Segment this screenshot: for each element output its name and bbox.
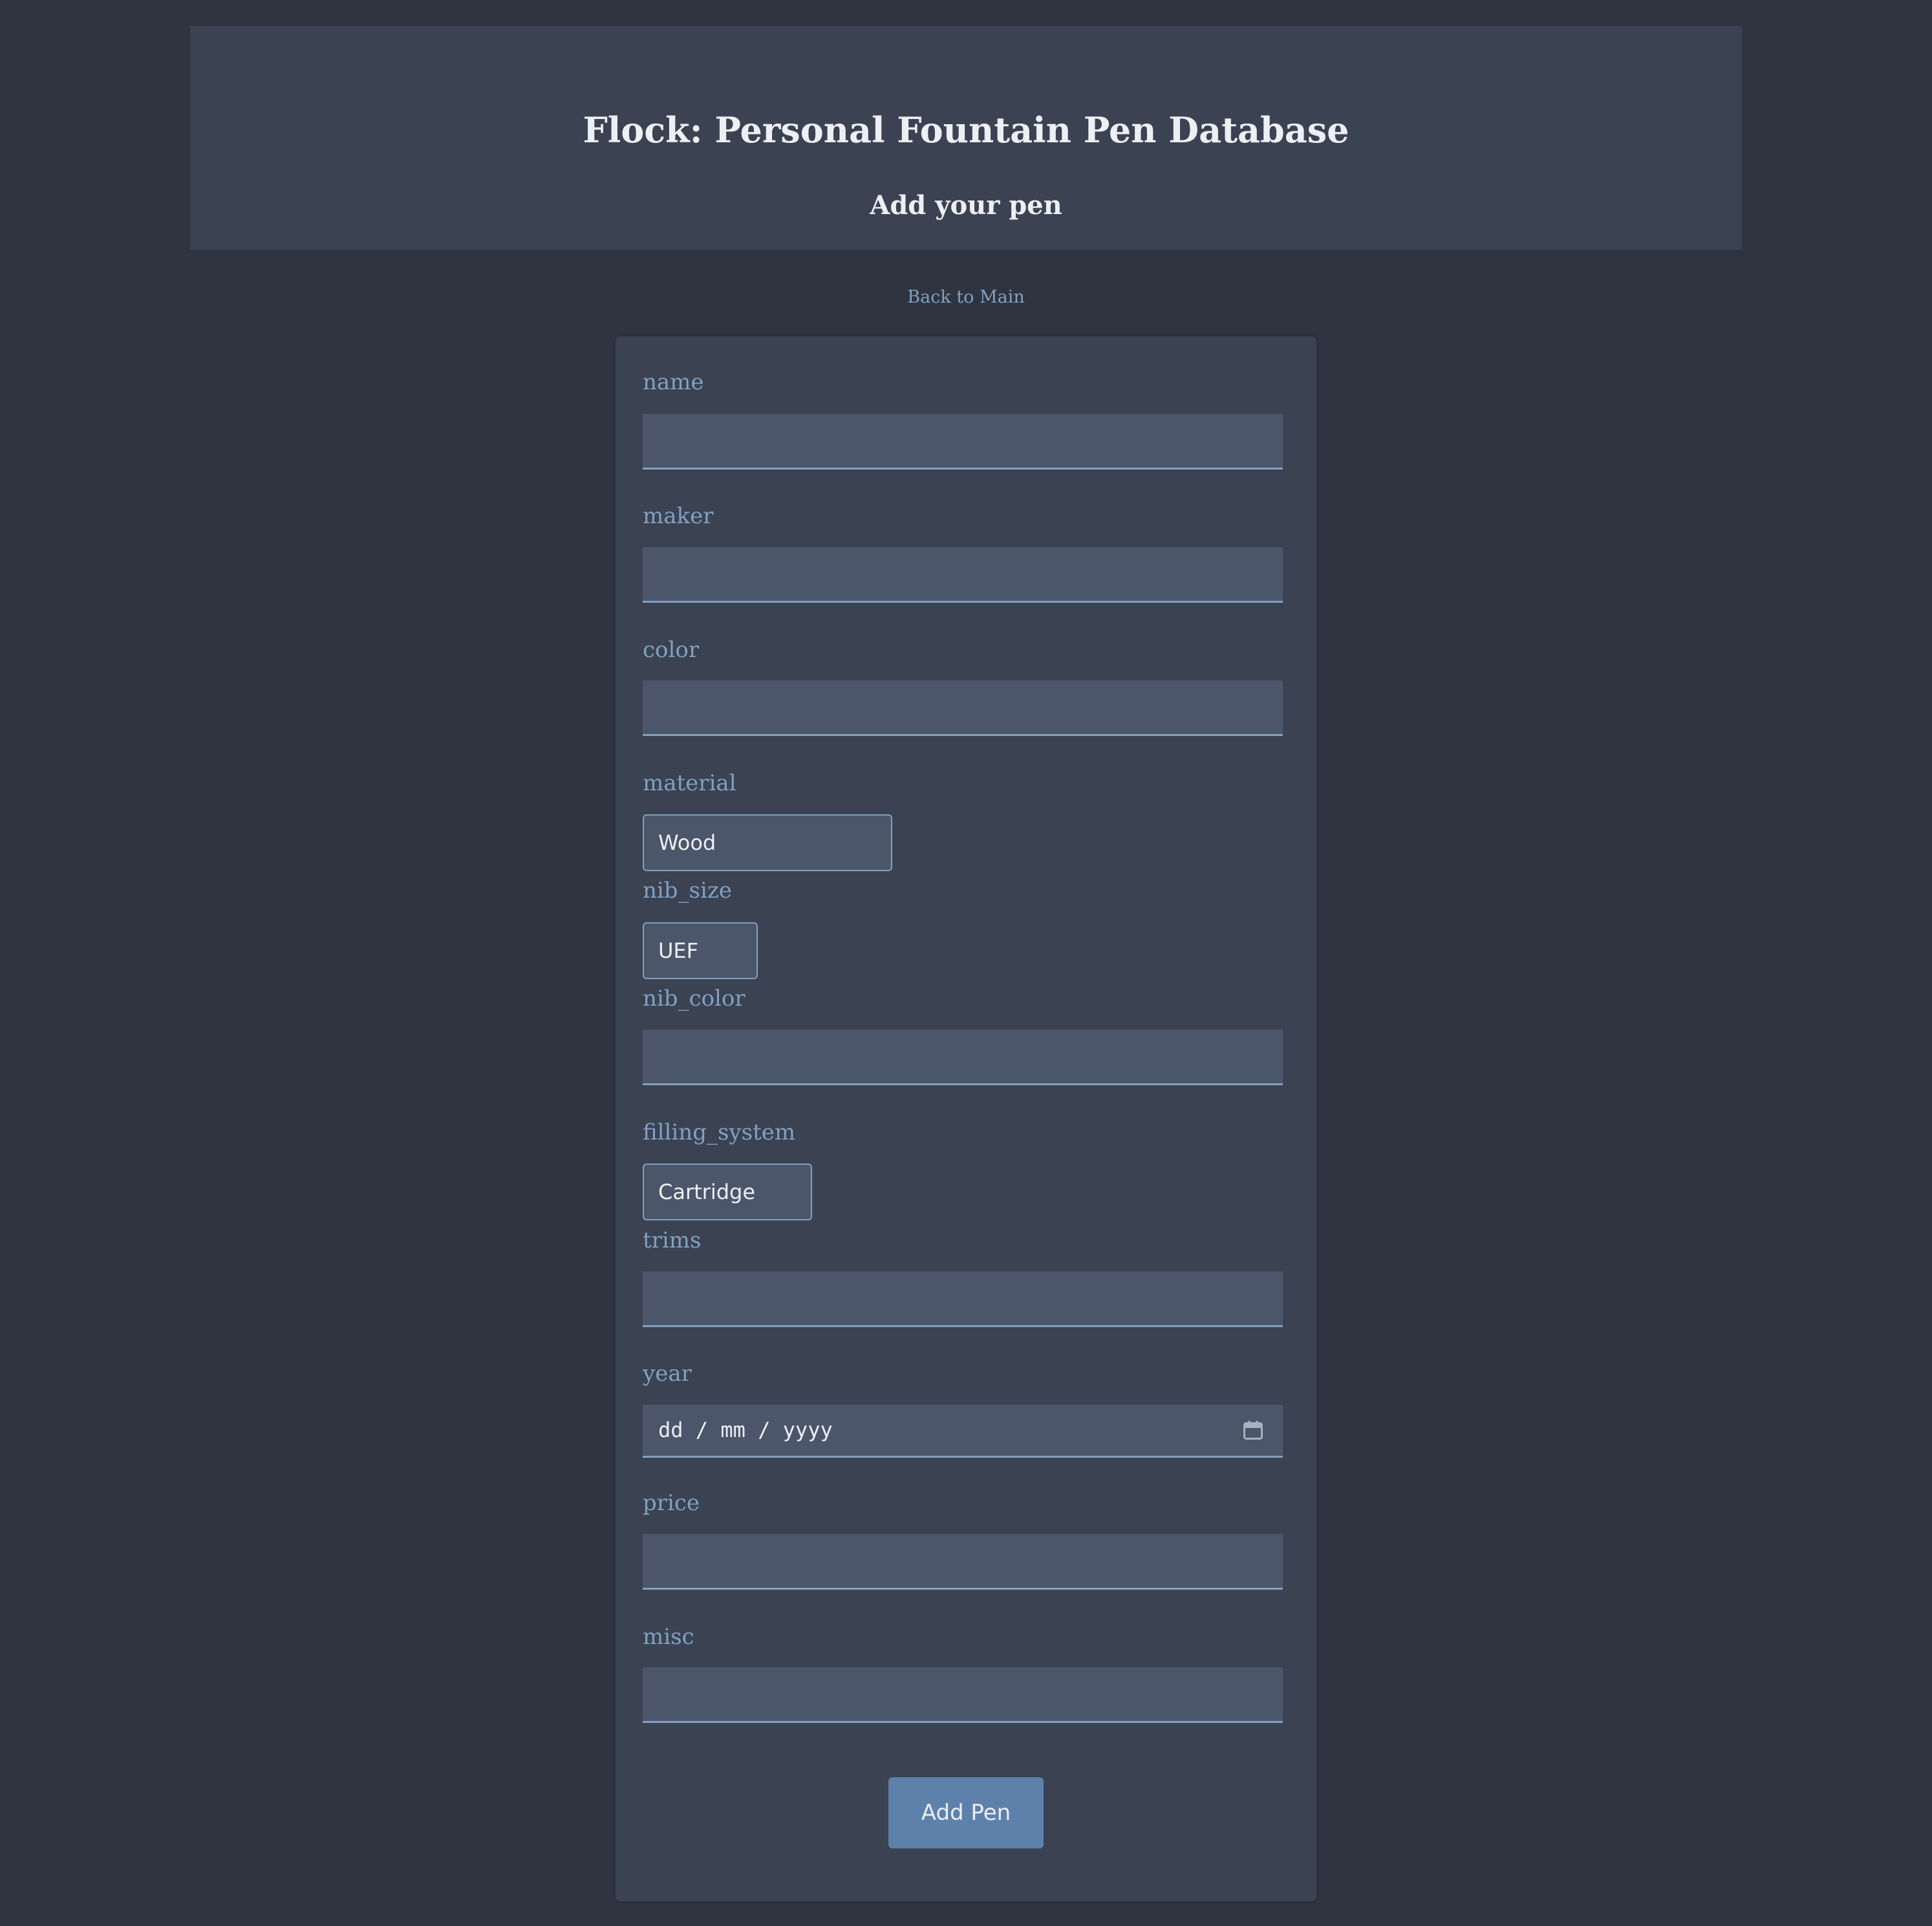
filling-system-label: filling_system bbox=[643, 1120, 796, 1145]
nib-size-selected-value: UEF bbox=[658, 938, 699, 963]
material-label: material bbox=[643, 770, 736, 796]
page-subtitle: Add your pen bbox=[870, 190, 1062, 221]
page-header: Flock: Personal Fountain Pen Database Ad… bbox=[190, 26, 1742, 250]
color-label: color bbox=[643, 637, 700, 663]
material-select[interactable]: Wood bbox=[643, 814, 892, 871]
trims-label: trims bbox=[643, 1228, 702, 1253]
material-selected-value: Wood bbox=[658, 830, 716, 855]
name-label: name bbox=[643, 369, 704, 395]
filling-system-selected-value: Cartridge bbox=[658, 1180, 756, 1204]
trims-input[interactable] bbox=[643, 1271, 1283, 1327]
nib-color-label: nib_color bbox=[643, 986, 746, 1012]
nib-color-input[interactable] bbox=[643, 1030, 1283, 1085]
year-label: year bbox=[643, 1361, 692, 1387]
price-label: price bbox=[643, 1490, 700, 1516]
year-date-input[interactable]: dd / mm / yyyy bbox=[643, 1405, 1283, 1458]
name-input[interactable] bbox=[643, 414, 1283, 470]
add-pen-button[interactable]: Add Pen bbox=[888, 1777, 1044, 1848]
misc-input[interactable] bbox=[643, 1667, 1283, 1723]
page-title: Flock: Personal Fountain Pen Database bbox=[583, 109, 1349, 151]
color-input[interactable] bbox=[643, 680, 1283, 736]
back-to-main-link[interactable]: Back to Main bbox=[0, 285, 1932, 310]
maker-input[interactable] bbox=[643, 547, 1283, 603]
nib-size-select[interactable]: UEF bbox=[643, 922, 758, 979]
calendar-icon[interactable] bbox=[1241, 1418, 1265, 1442]
year-date-placeholder: dd / mm / yyyy bbox=[658, 1418, 833, 1442]
add-pen-form: name maker color material Wood nib_size … bbox=[616, 336, 1316, 1901]
nib-size-label: nib_size bbox=[643, 878, 732, 903]
misc-label: misc bbox=[643, 1624, 694, 1650]
price-input[interactable] bbox=[643, 1534, 1283, 1590]
filling-system-select[interactable]: Cartridge bbox=[643, 1163, 812, 1220]
maker-label: maker bbox=[643, 503, 714, 529]
